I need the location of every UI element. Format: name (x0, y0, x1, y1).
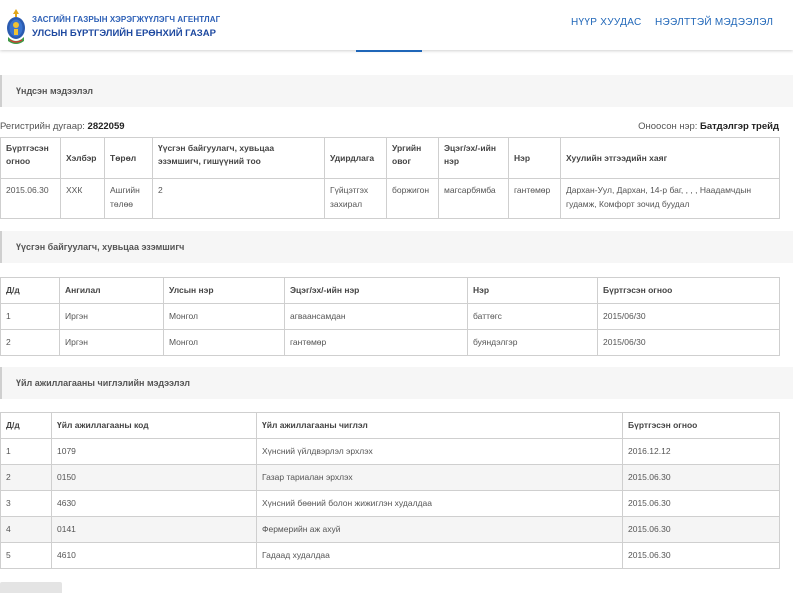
table-cell: Хүнсний бөөний болон жижиглэн худалдаа (256, 490, 623, 517)
table-cell: боржигон (386, 178, 439, 219)
table-cell: 0141 (51, 516, 257, 543)
table-row: 3 4630 Хүнсний бөөний болон жижиглэн худ… (0, 490, 780, 517)
table-cell: 2 (152, 178, 325, 219)
founders-section-header: Үүсгэн байгуулагч, хувьцаа эзэмшигч (0, 231, 793, 263)
activities-table: Д/д Үйл ажиллагааны код Үйл ажиллагааны … (0, 412, 780, 569)
table-row: 2 0150 Газар тариалан эрхлэх 2015.06.30 (0, 464, 780, 491)
table-cell: 1 (0, 303, 60, 330)
company-name-value: Батдэлгэр трейд (700, 121, 779, 132)
col-header: Ургийн овог (386, 137, 439, 179)
table-cell: ХХК (60, 178, 105, 219)
table-cell: буяндэлгэр (467, 329, 598, 356)
table-cell: Монгол (163, 329, 285, 356)
col-header: Эцэг/эх/-ийн нэр (438, 137, 509, 179)
table-cell: 1079 (51, 438, 257, 465)
table-cell: 2015.06.30 (622, 542, 780, 569)
reg-number-label: Регистрийн дугаар: (0, 121, 85, 132)
table-cell: 4 (0, 516, 52, 543)
col-header: Д/д (0, 412, 52, 439)
table-cell: 2015.06.30 (622, 516, 780, 543)
registration-line: Регистрийн дугаар: 2822059 Оноосон нэр: … (0, 121, 779, 133)
col-header: Үйл ажиллагааны код (51, 412, 257, 439)
col-header: Удирдлага (324, 137, 387, 179)
table-cell: Монгол (163, 303, 285, 330)
table-row: 1 1079 Хүнсний үйлдвэрлэл эрхлэх 2016.12… (0, 438, 780, 465)
coat-of-arms-icon[interactable] (6, 8, 26, 46)
table-row: 1 Иргэн Монгол агваансамдан баттөгс 2015… (0, 303, 780, 330)
table-cell: 2 (0, 464, 52, 491)
table-cell: Хүнсний үйлдвэрлэл эрхлэх (256, 438, 623, 465)
table-cell: 0150 (51, 464, 257, 491)
table-row: 2 Иргэн Монгол гантөмөр буяндэлгэр 2015/… (0, 329, 780, 356)
agency-subtitle: ЗАСГИЙН ГАЗРЫН ХЭРЭГЖҮҮЛЭГЧ АГЕНТЛАГ (32, 15, 221, 24)
section-title: Үйл ажиллагааны чиглэлийн мэдээлэл (16, 378, 190, 388)
reg-number-value: 2822059 (87, 121, 125, 132)
nav-open-info-link[interactable]: НЭЭЛТТЭЙ МЭДЭЭЛЭЛ (655, 17, 773, 28)
col-header: Хэлбэр (60, 137, 105, 179)
table-row: 5 4610 Гадаад худалдаа 2015.06.30 (0, 542, 780, 569)
table-cell: агваансамдан (284, 303, 468, 330)
table-cell: Иргэн (59, 303, 164, 330)
table-header-row: Д/д Ангилал Улсын нэр Эцэг/эх/-ийн нэр Н… (0, 277, 780, 304)
table-row: 2015.06.30 ХХК Ашгийн төлөө 2 Гүйцэтгэх … (0, 178, 780, 219)
table-header-row: Бүртгэсэн огноо Хэлбэр Төрөл Үүсгэн байг… (0, 137, 780, 179)
col-header: Үүсгэн байгуулагч, хувьцаа эзэмшигч, гиш… (152, 137, 325, 179)
basic-info-section-header: Үндсэн мэдээлэл (0, 75, 793, 107)
table-cell: магсарбямба (438, 178, 509, 219)
col-header: Бүртгэсэн огноо (597, 277, 780, 304)
col-header: Хуулийн этгээдийн хаяг (560, 137, 780, 179)
table-cell: 2015.06.30 (622, 464, 780, 491)
col-header: Төрөл (104, 137, 153, 179)
col-header: Үйл ажиллагааны чиглэл (256, 412, 623, 439)
activities-section-header: Үйл ажиллагааны чиглэлийн мэдээлэл (0, 367, 793, 399)
table-cell: 2015/06/30 (597, 303, 780, 330)
col-header: Улсын нэр (163, 277, 285, 304)
table-cell: 2015.06.30 (622, 490, 780, 517)
back-button[interactable] (0, 582, 62, 593)
col-header: Бүртгэсэн огноо (0, 137, 61, 179)
table-cell: 2015.06.30 (0, 178, 61, 219)
table-cell: 4610 (51, 542, 257, 569)
table-cell: Газар тариалан эрхлэх (256, 464, 623, 491)
table-cell: 3 (0, 490, 52, 517)
table-cell: Фермерийн аж ахуй (256, 516, 623, 543)
table-cell: Гадаад худалдаа (256, 542, 623, 569)
table-cell: Дархан-Уул, Дархан, 14-р баг, , , , Наад… (560, 178, 780, 219)
section-title: Үүсгэн байгуулагч, хувьцаа эзэмшигч (16, 242, 185, 252)
table-header-row: Д/д Үйл ажиллагааны код Үйл ажиллагааны … (0, 412, 780, 439)
col-header: Нэр (508, 137, 561, 179)
table-cell: гантөмөр (508, 178, 561, 219)
table-cell: Иргэн (59, 329, 164, 356)
table-cell: 2 (0, 329, 60, 356)
founders-table: Д/д Ангилал Улсын нэр Эцэг/эх/-ийн нэр Н… (0, 277, 780, 356)
col-header: Д/д (0, 277, 60, 304)
col-header: Нэр (467, 277, 598, 304)
agency-title[interactable]: УЛСЫН БҮРТГЭЛИЙН ЕРӨНХИЙ ГАЗАР (32, 28, 216, 39)
table-cell: 4630 (51, 490, 257, 517)
site-header: ЗАСГИЙН ГАЗРЫН ХЭРЭГЖҮҮЛЭГЧ АГЕНТЛАГ УЛС… (0, 0, 793, 50)
table-cell: Ашгийн төлөө (104, 178, 153, 219)
active-tab-indicator (356, 50, 422, 52)
table-cell: гантөмөр (284, 329, 468, 356)
table-row: 4 0141 Фермерийн аж ахуй 2015.06.30 (0, 516, 780, 543)
nav-home-link[interactable]: НҮҮР ХУУДАС (571, 17, 641, 28)
table-cell: 2016.12.12 (622, 438, 780, 465)
company-name-label: Оноосон нэр: (638, 121, 698, 132)
table-cell: 1 (0, 438, 52, 465)
col-header: Бүртгэсэн огноо (622, 412, 780, 439)
table-cell: 5 (0, 542, 52, 569)
section-title: Үндсэн мэдээлэл (16, 86, 93, 96)
basic-info-table: Бүртгэсэн огноо Хэлбэр Төрөл Үүсгэн байг… (0, 137, 780, 219)
table-cell: 2015/06/30 (597, 329, 780, 356)
table-cell: Гүйцэтгэх захирал (324, 178, 387, 219)
col-header: Эцэг/эх/-ийн нэр (284, 277, 468, 304)
table-cell: баттөгс (467, 303, 598, 330)
col-header: Ангилал (59, 277, 164, 304)
